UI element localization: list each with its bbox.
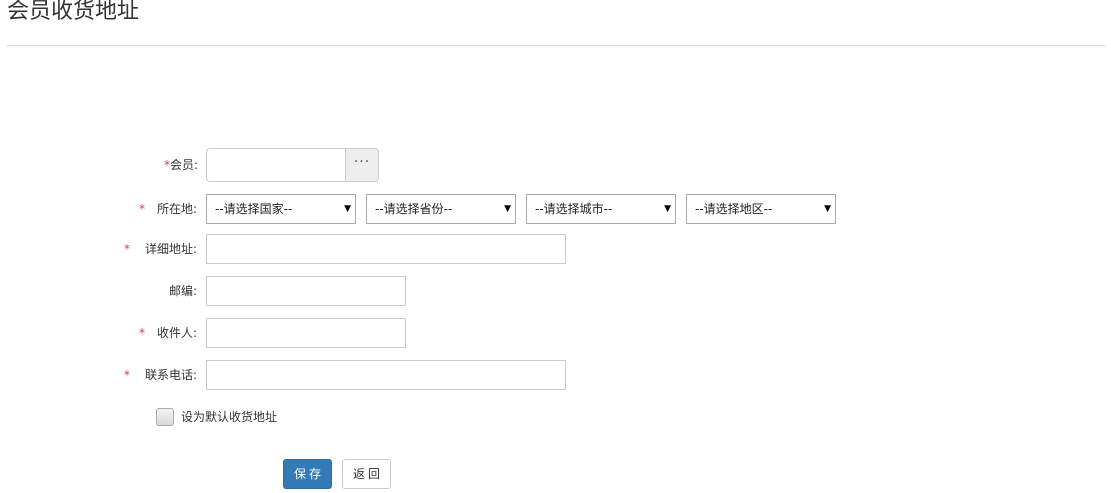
page-title: 会员收货地址 [7, 0, 140, 24]
city-select[interactable]: --请选择城市-- ▼ [526, 194, 676, 224]
postcode-input[interactable] [206, 276, 406, 306]
address-label: 详细地址: [145, 242, 198, 256]
member-input-group: ··· [206, 148, 379, 182]
district-select-value: --请选择地区-- [695, 202, 773, 216]
district-select[interactable]: --请选择地区-- ▼ [686, 194, 836, 224]
default-address-checkbox[interactable] [156, 408, 174, 426]
member-picker-button[interactable]: ··· [345, 148, 379, 182]
ellipsis-icon: ··· [353, 154, 371, 170]
chevron-down-icon: ▼ [504, 204, 511, 214]
address-required-mark: * [124, 242, 130, 256]
phone-required-mark: * [124, 368, 130, 382]
chevron-down-icon: ▼ [344, 204, 351, 214]
title-divider [7, 45, 1105, 47]
receiver-required-mark: * [139, 326, 145, 340]
chevron-down-icon: ▼ [664, 204, 671, 214]
province-select[interactable]: --请选择省份-- ▼ [366, 194, 516, 224]
country-select[interactable]: --请选择国家-- ▼ [206, 194, 356, 224]
location-required-mark: * [139, 202, 145, 216]
chevron-down-icon: ▼ [824, 204, 831, 214]
default-address-label[interactable]: 设为默认收货地址 [181, 409, 277, 425]
country-select-value: --请选择国家-- [215, 202, 293, 216]
postcode-label: 邮编: [169, 284, 198, 298]
province-select-value: --请选择省份-- [375, 202, 453, 216]
city-select-value: --请选择城市-- [535, 202, 613, 216]
member-label: 会员: [170, 158, 199, 172]
phone-label: 联系电话: [145, 368, 198, 382]
receiver-input[interactable] [206, 318, 406, 348]
back-button[interactable]: 返回 [342, 459, 391, 489]
member-input[interactable] [206, 148, 346, 182]
receiver-label: 收件人: [157, 326, 198, 340]
location-label: 所在地: [157, 202, 198, 216]
address-input[interactable] [206, 234, 566, 264]
save-button[interactable]: 保存 [283, 459, 332, 489]
phone-input[interactable] [206, 360, 566, 390]
